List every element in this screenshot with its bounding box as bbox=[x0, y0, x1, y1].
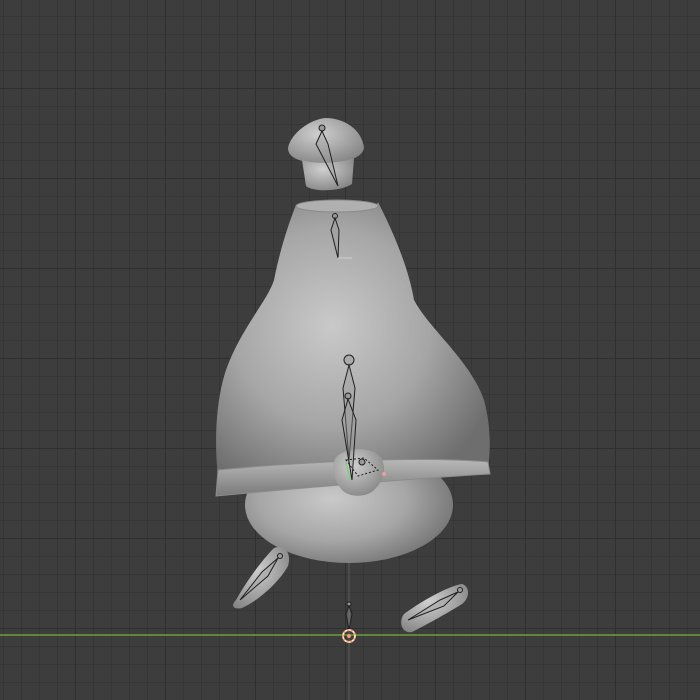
neck-opening bbox=[295, 199, 379, 213]
right-foot-bone-root[interactable] bbox=[457, 587, 463, 593]
root-bone[interactable] bbox=[345, 604, 353, 631]
left-foot-bone-root[interactable] bbox=[277, 553, 283, 559]
hand-bone-tip bbox=[382, 472, 386, 476]
3d-viewport[interactable] bbox=[0, 0, 700, 700]
hand-bone-root[interactable] bbox=[358, 458, 366, 466]
scene-canvas[interactable] bbox=[0, 0, 700, 700]
